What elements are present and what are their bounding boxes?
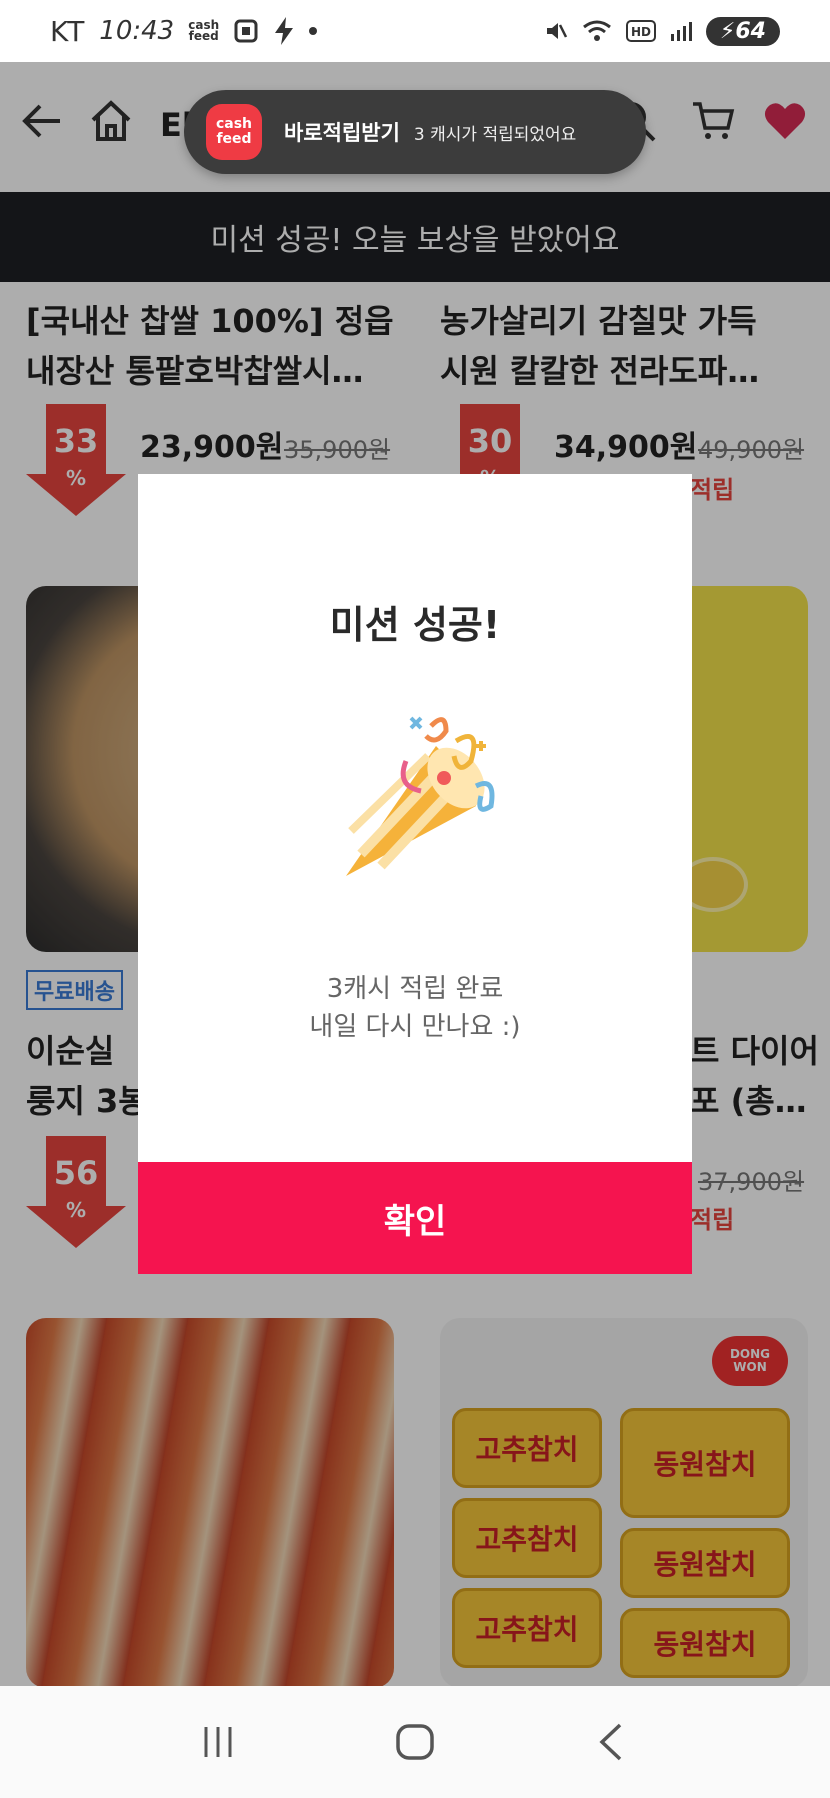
cashfeed-toast[interactable]: cash feed 바로적립받기 3 캐시가 적립되었어요 [184, 90, 646, 174]
toast-title: 바로적립받기 [284, 121, 400, 145]
toast-message: 3 캐시가 적립되었어요 [413, 124, 577, 145]
recent-apps-icon[interactable] [198, 1722, 238, 1762]
confirm-button[interactable]: 확인 [138, 1162, 692, 1274]
status-bar: KT 10:43 cash feed HD ⚡64 [0, 0, 830, 62]
toast-logo-line2: feed [216, 131, 252, 147]
screenshot-icon [234, 19, 258, 43]
back-button-icon[interactable] [592, 1722, 632, 1762]
wifi-icon [583, 20, 611, 41]
lightning-icon [275, 17, 294, 45]
modal-message-line1: 3캐시 적립 완료 [326, 974, 504, 1004]
battery-level: 64 [735, 18, 766, 44]
party-popper-icon [346, 716, 495, 876]
hd-icon: HD [625, 20, 656, 42]
cashfeed-status-icon: cash feed [188, 19, 219, 43]
mission-success-modal: 미션 성공! 3캐시 적립 완료 내일 다시 만나요 :) 확인 [138, 474, 692, 1274]
modal-message-line2: 내일 다시 만나요 :) [309, 1012, 521, 1042]
modal-title: 미션 성공! [329, 603, 501, 647]
svg-text:HD: HD [631, 25, 651, 39]
system-nav-bar [0, 1686, 830, 1798]
cashfeed-logo: cash feed [206, 104, 262, 160]
dot-icon [309, 27, 318, 35]
cashfeed-line2: feed [188, 29, 219, 43]
mute-icon [546, 23, 568, 39]
signal-icon [670, 22, 692, 41]
home-button-icon[interactable] [395, 1722, 435, 1762]
carrier-label: KT [50, 14, 86, 48]
toast-logo-line1: cash [215, 116, 253, 132]
clock: 10:43 [99, 16, 175, 46]
battery-indicator: ⚡64 [705, 16, 780, 46]
